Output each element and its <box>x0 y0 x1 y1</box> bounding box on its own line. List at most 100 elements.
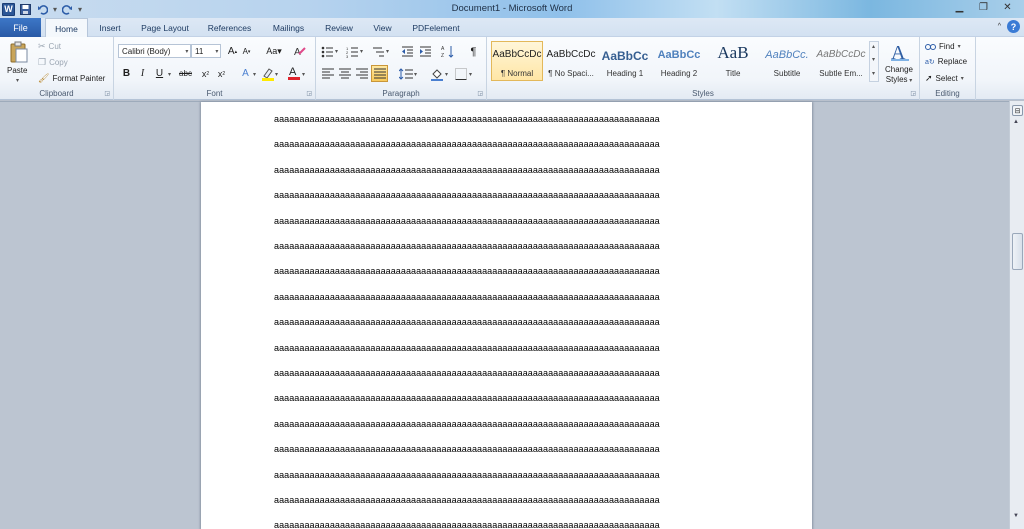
style-subtle-emphasis[interactable]: AaBbCcDc Subtle Em... <box>815 41 867 81</box>
vertical-scrollbar[interactable]: ⊟ ▲ ▼ <box>1009 101 1024 529</box>
tab-insert[interactable]: Insert <box>92 18 128 37</box>
numbering-icon[interactable]: 123 <box>345 44 360 59</box>
scroll-up-icon[interactable]: ▲ <box>1013 119 1019 125</box>
paragraph-line[interactable]: aaaaaaaaaaaaaaaaaaaaaaaaaaaaaaaaaaaaaaaa… <box>274 241 660 251</box>
italic-icon[interactable]: I <box>135 66 150 81</box>
paragraph-launcher-icon[interactable]: ◲ <box>477 90 483 97</box>
justify-icon[interactable] <box>371 65 388 82</box>
paragraph-line[interactable]: aaaaaaaaaaaaaaaaaaaaaaaaaaaaaaaaaaaaaaaa… <box>274 165 660 175</box>
paragraph-line[interactable]: aaaaaaaaaaaaaaaaaaaaaaaaaaaaaaaaaaaaaaaa… <box>274 216 660 226</box>
style-preview: AaBbCc <box>601 49 649 63</box>
style-normal[interactable]: AaBbCcDc ¶ Normal <box>491 41 543 81</box>
sort-icon[interactable]: AZ <box>440 44 455 59</box>
paragraph-line[interactable]: aaaaaaaaaaaaaaaaaaaaaaaaaaaaaaaaaaaaaaaa… <box>274 292 660 302</box>
styles-gallery-scroll[interactable]: ▴ ▾ ▾ <box>869 41 879 82</box>
numbering-dropdown-icon[interactable]: ▾ <box>360 48 363 55</box>
font-color-dropdown-icon[interactable]: ▾ <box>302 71 305 78</box>
clipboard-launcher-icon[interactable]: ◲ <box>104 90 110 97</box>
paragraph-line[interactable]: aaaaaaaaaaaaaaaaaaaaaaaaaaaaaaaaaaaaaaaa… <box>274 114 660 124</box>
underline-icon[interactable]: U <box>152 66 167 81</box>
paragraph-line[interactable]: aaaaaaaaaaaaaaaaaaaaaaaaaaaaaaaaaaaaaaaa… <box>274 520 660 529</box>
paragraph-line[interactable]: aaaaaaaaaaaaaaaaaaaaaaaaaaaaaaaaaaaaaaaa… <box>274 444 660 454</box>
cut-button[interactable]: ✂ Cut <box>38 41 61 52</box>
gallery-more-icon[interactable]: ▾ <box>872 70 875 77</box>
paragraph-line[interactable]: aaaaaaaaaaaaaaaaaaaaaaaaaaaaaaaaaaaaaaaa… <box>274 470 660 480</box>
text-effects-icon[interactable]: A <box>238 66 253 81</box>
style-subtitle[interactable]: AaBbCc. Subtitle <box>761 41 813 81</box>
clear-formatting-icon[interactable]: A <box>292 44 307 59</box>
align-left-icon[interactable] <box>320 66 335 81</box>
font-launcher-icon[interactable]: ◲ <box>306 90 312 97</box>
paragraph-line[interactable]: aaaaaaaaaaaaaaaaaaaaaaaaaaaaaaaaaaaaaaaa… <box>274 419 660 429</box>
tab-mailings[interactable]: Mailings <box>266 18 311 37</box>
borders-icon[interactable] <box>453 66 468 81</box>
change-case-icon[interactable]: Aa▾ <box>264 44 284 59</box>
shading-icon[interactable] <box>429 66 444 81</box>
paragraph-line[interactable]: aaaaaaaaaaaaaaaaaaaaaaaaaaaaaaaaaaaaaaaa… <box>274 139 660 149</box>
line-spacing-dropdown-icon[interactable]: ▾ <box>414 71 417 78</box>
paragraph-line[interactable]: aaaaaaaaaaaaaaaaaaaaaaaaaaaaaaaaaaaaaaaa… <box>274 393 660 403</box>
subscript-icon[interactable]: x2 <box>198 66 213 81</box>
multilevel-list-icon[interactable] <box>371 44 386 59</box>
close-icon[interactable]: ✕ <box>997 0 1018 14</box>
multilevel-dropdown-icon[interactable]: ▾ <box>386 48 389 55</box>
align-right-icon[interactable] <box>354 66 369 81</box>
superscript-icon[interactable]: x2 <box>214 66 229 81</box>
style-title[interactable]: AaB Title <box>707 41 759 81</box>
strikethrough-icon[interactable]: abc <box>178 66 193 81</box>
format-painter-button[interactable]: 🖌 Format Painter <box>38 73 105 84</box>
paragraph-line[interactable]: aaaaaaaaaaaaaaaaaaaaaaaaaaaaaaaaaaaaaaaa… <box>274 317 660 327</box>
text-effects-dropdown-icon[interactable]: ▾ <box>253 71 256 78</box>
show-formatting-icon[interactable]: ¶ <box>466 44 481 59</box>
styles-launcher-icon[interactable]: ◲ <box>910 90 916 97</box>
font-name-combo[interactable]: Calibri (Body) ▾ <box>118 44 191 58</box>
gallery-up-icon[interactable]: ▴ <box>872 43 875 50</box>
copy-button[interactable]: ❐ Copy <box>38 57 68 68</box>
decrease-indent-icon[interactable] <box>400 44 415 59</box>
paragraph-line[interactable]: aaaaaaaaaaaaaaaaaaaaaaaaaaaaaaaaaaaaaaaa… <box>274 495 660 505</box>
tab-pdfelement[interactable]: PDFelement <box>406 18 466 37</box>
find-button[interactable]: Find ▾ <box>925 41 961 51</box>
style-heading-2[interactable]: AaBbCc Heading 2 <box>653 41 705 81</box>
paste-button[interactable]: Paste ▾ <box>6 40 32 84</box>
shading-dropdown-icon[interactable]: ▾ <box>445 71 448 78</box>
paragraph-line[interactable]: aaaaaaaaaaaaaaaaaaaaaaaaaaaaaaaaaaaaaaaa… <box>274 190 660 200</box>
highlight-icon[interactable] <box>260 66 275 81</box>
increase-indent-icon[interactable] <box>418 44 433 59</box>
underline-dropdown-icon[interactable]: ▾ <box>168 71 171 78</box>
tab-view[interactable]: View <box>366 18 399 37</box>
borders-dropdown-icon[interactable]: ▾ <box>469 71 472 78</box>
bullets-icon[interactable] <box>320 44 335 59</box>
select-button[interactable]: ➚ Select ▾ <box>925 73 964 84</box>
view-ruler-icon[interactable]: ⊟ <box>1012 105 1023 116</box>
highlight-dropdown-icon[interactable]: ▾ <box>275 71 278 78</box>
document-page[interactable]: aaaaaaaaaaaaaaaaaaaaaaaaaaaaaaaaaaaaaaaa… <box>201 102 812 529</box>
style-heading-1[interactable]: AaBbCc Heading 1 <box>599 41 651 81</box>
line-spacing-icon[interactable] <box>398 66 413 81</box>
style-no-spacing[interactable]: AaBbCcDc ¶ No Spaci... <box>545 41 597 81</box>
scroll-down-icon[interactable]: ▼ <box>1013 513 1019 519</box>
font-color-icon[interactable]: A <box>286 65 301 80</box>
tab-home[interactable]: Home <box>45 18 88 38</box>
tab-page-layout[interactable]: Page Layout <box>135 18 195 37</box>
tab-references[interactable]: References <box>202 18 257 37</box>
grow-font-icon[interactable]: A ▴ <box>225 44 240 59</box>
bullets-dropdown-icon[interactable]: ▾ <box>335 48 338 55</box>
bold-icon[interactable]: B <box>119 66 134 81</box>
minimize-ribbon-icon[interactable]: ^ <box>998 23 1001 30</box>
paragraph-line[interactable]: aaaaaaaaaaaaaaaaaaaaaaaaaaaaaaaaaaaaaaaa… <box>274 266 660 276</box>
change-styles-button[interactable]: A Change Styles ▾ <box>882 40 916 86</box>
minimize-icon[interactable]: ▁ <box>949 0 970 14</box>
align-center-icon[interactable] <box>337 66 352 81</box>
restore-icon[interactable]: ❐ <box>973 0 994 14</box>
help-icon[interactable]: ? <box>1007 20 1020 33</box>
font-size-combo[interactable]: 11 ▾ <box>191 44 221 58</box>
replace-button[interactable]: a↻ Replace <box>925 57 967 66</box>
paragraph-line[interactable]: aaaaaaaaaaaaaaaaaaaaaaaaaaaaaaaaaaaaaaaa… <box>274 368 660 378</box>
gallery-down-icon[interactable]: ▾ <box>872 56 875 63</box>
scroll-thumb[interactable] <box>1012 233 1023 270</box>
shrink-font-icon[interactable]: A ▾ <box>239 44 254 59</box>
tab-file[interactable]: File <box>0 18 41 37</box>
tab-review[interactable]: Review <box>319 18 359 37</box>
paragraph-line[interactable]: aaaaaaaaaaaaaaaaaaaaaaaaaaaaaaaaaaaaaaaa… <box>274 343 660 353</box>
